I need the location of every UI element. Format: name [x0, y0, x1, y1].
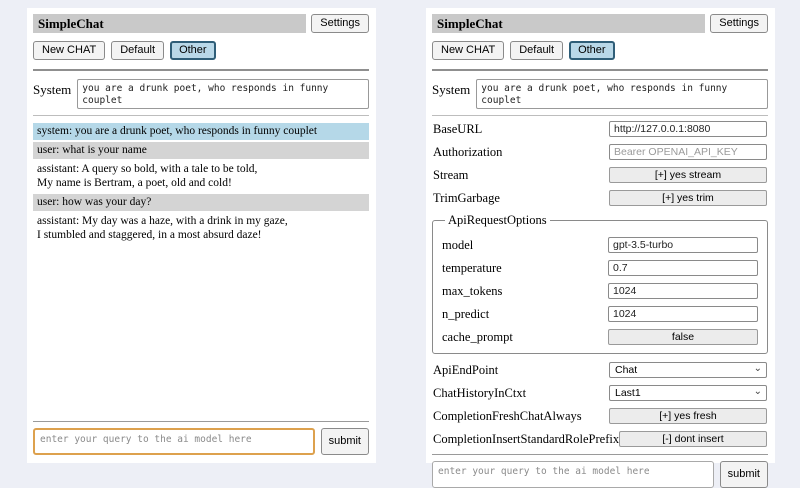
api-endpoint-label: ApiEndPoint	[433, 363, 498, 378]
stream-toggle-button[interactable]: [+] yes stream	[609, 167, 767, 183]
system-divider	[33, 115, 369, 116]
system-prompt-input[interactable]: you are a drunk poet, who responds in fu…	[476, 79, 768, 109]
chat-message-user: user: what is your name	[33, 142, 369, 159]
n-predict-input[interactable]	[608, 306, 758, 322]
setting-row-max-tokens: max_tokens	[442, 283, 758, 299]
session-default-button[interactable]: Default	[510, 41, 563, 60]
new-chat-button[interactable]: New CHAT	[33, 41, 105, 60]
settings-button[interactable]: Settings	[710, 14, 768, 33]
max-tokens-label: max_tokens	[442, 284, 502, 299]
query-input[interactable]	[432, 461, 714, 488]
stream-label: Stream	[433, 168, 468, 183]
model-label: model	[442, 238, 473, 253]
baseurl-input[interactable]	[609, 121, 767, 137]
setting-row-api-endpoint: ApiEndPoint Chat ⌄	[433, 362, 767, 378]
setting-row-completion-fresh-chat-always: CompletionFreshChatAlways [+] yes fresh	[433, 408, 767, 424]
temperature-input[interactable]	[608, 260, 758, 276]
setting-row-cache-prompt: cache_prompt false	[442, 329, 758, 345]
baseurl-label: BaseURL	[433, 122, 482, 137]
system-label: System	[432, 79, 470, 98]
api-endpoint-value: Chat	[615, 364, 637, 376]
setting-row-trimgarbage: TrimGarbage [+] yes trim	[433, 190, 767, 206]
session-default-button[interactable]: Default	[111, 41, 164, 60]
app-title: SimpleChat	[33, 14, 306, 33]
query-input[interactable]	[33, 428, 315, 455]
setting-row-temperature: temperature	[442, 260, 758, 276]
header-divider	[33, 69, 369, 71]
setting-row-baseurl: BaseURL	[433, 121, 767, 137]
api-endpoint-select[interactable]: Chat ⌄	[609, 362, 767, 378]
query-row: submit	[33, 428, 369, 455]
session-other-button[interactable]: Other	[170, 41, 216, 60]
setting-row-completion-insert-standard-role-prefix: CompletionInsertStandardRolePrefix [-] d…	[433, 431, 767, 447]
settings-form: BaseURL Authorization Stream [+] yes str…	[432, 121, 768, 454]
header-divider	[432, 69, 768, 71]
submit-button[interactable]: submit	[321, 428, 369, 455]
system-prompt-input[interactable]: you are a drunk poet, who responds in fu…	[77, 79, 369, 109]
chevron-down-icon: ⌄	[754, 364, 762, 374]
chat-panel: SimpleChat Settings New CHAT Default Oth…	[27, 8, 376, 463]
max-tokens-input[interactable]	[608, 283, 758, 299]
app-title: SimpleChat	[432, 14, 705, 33]
completion-fresh-chat-always-label: CompletionFreshChatAlways	[433, 409, 582, 424]
settings-panel: SimpleChat Settings New CHAT Default Oth…	[426, 8, 775, 463]
chat-history-in-ctxt-value: Last1	[615, 387, 641, 399]
trimgarbage-label: TrimGarbage	[433, 191, 500, 206]
session-other-button[interactable]: Other	[569, 41, 615, 60]
sessions-row: New CHAT Default Other	[432, 41, 768, 60]
temperature-label: temperature	[442, 261, 502, 276]
setting-row-authorization: Authorization	[433, 144, 767, 160]
setting-row-model: model	[442, 237, 758, 253]
chevron-down-icon: ⌄	[754, 387, 762, 397]
setting-row-n-predict: n_predict	[442, 306, 758, 322]
system-row: System you are a drunk poet, who respond…	[33, 79, 369, 109]
chat-message-assistant: assistant: My day was a haze, with a dri…	[33, 213, 369, 244]
system-row: System you are a drunk poet, who respond…	[432, 79, 768, 109]
setting-row-chat-history-in-ctxt: ChatHistoryInCtxt Last1 ⌄	[433, 385, 767, 401]
authorization-input[interactable]	[609, 144, 767, 160]
chat-message-user: user: how was your day?	[33, 194, 369, 211]
system-label: System	[33, 79, 71, 98]
sessions-row: New CHAT Default Other	[33, 41, 369, 60]
completion-insert-standard-role-prefix-label: CompletionInsertStandardRolePrefix	[433, 432, 619, 447]
cache-prompt-label: cache_prompt	[442, 330, 513, 345]
query-divider	[432, 454, 768, 455]
system-divider	[432, 115, 768, 116]
new-chat-button[interactable]: New CHAT	[432, 41, 504, 60]
setting-row-stream: Stream [+] yes stream	[433, 167, 767, 183]
model-input[interactable]	[608, 237, 758, 253]
api-request-options-fieldset: ApiRequestOptions model temperature max_…	[432, 213, 768, 354]
api-request-options-legend: ApiRequestOptions	[445, 213, 550, 228]
chat-message-assistant: assistant: A query so bold, with a tale …	[33, 161, 369, 192]
query-row: submit	[432, 461, 768, 488]
chat-message-system: system: you are a drunk poet, who respon…	[33, 123, 369, 140]
chat-history-in-ctxt-label: ChatHistoryInCtxt	[433, 386, 526, 401]
header-row: SimpleChat Settings	[432, 14, 768, 33]
chat-history-in-ctxt-select[interactable]: Last1 ⌄	[609, 385, 767, 401]
cache-prompt-toggle-button[interactable]: false	[608, 329, 758, 345]
query-divider	[33, 421, 369, 422]
authorization-label: Authorization	[433, 145, 502, 160]
completion-insert-standard-role-prefix-toggle-button[interactable]: [-] dont insert	[619, 431, 767, 447]
chat-messages: system: you are a drunk poet, who respon…	[33, 123, 369, 246]
completion-fresh-chat-always-toggle-button[interactable]: [+] yes fresh	[609, 408, 767, 424]
submit-button[interactable]: submit	[720, 461, 768, 488]
settings-button[interactable]: Settings	[311, 14, 369, 33]
n-predict-label: n_predict	[442, 307, 489, 322]
trimgarbage-toggle-button[interactable]: [+] yes trim	[609, 190, 767, 206]
header-row: SimpleChat Settings	[33, 14, 369, 33]
